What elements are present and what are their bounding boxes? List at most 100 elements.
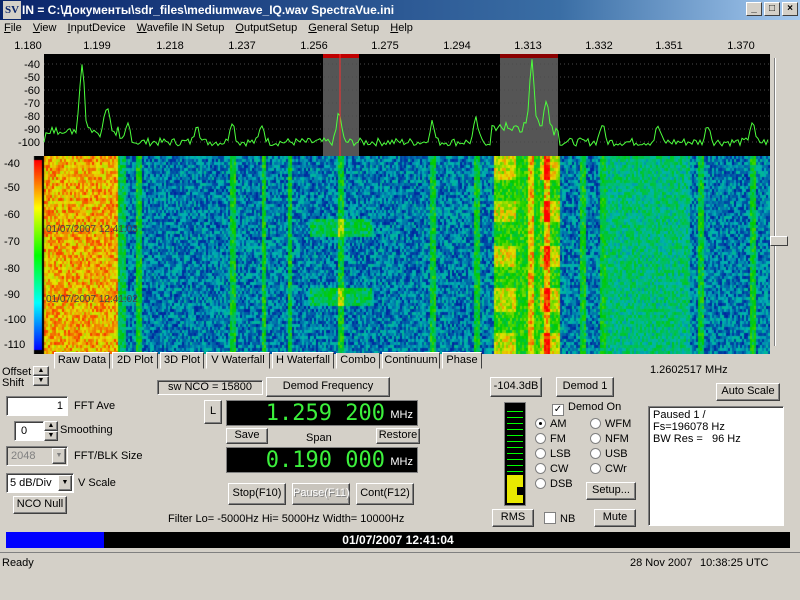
mode-usb[interactable]: USB xyxy=(590,448,628,460)
pause-button[interactable]: Pause(F11) xyxy=(292,483,350,505)
radio-icon xyxy=(590,433,601,444)
span-display[interactable]: 0.190 000 MHz xyxy=(226,447,418,473)
wf-db-tick: -90 xyxy=(4,289,20,301)
span-label: Span xyxy=(306,432,332,444)
db-tick: -40 xyxy=(24,59,40,71)
auto-scale-button[interactable]: Auto Scale xyxy=(716,383,780,401)
radio-icon xyxy=(535,478,546,489)
spectrum-plot[interactable]: -40 -50 -60 -70 -80 -90 -100 xyxy=(0,54,770,156)
menu-bar: File View InputDevice Wavefile IN Setup … xyxy=(0,20,800,38)
mode-lsb[interactable]: LSB xyxy=(535,448,571,460)
status-time: 10:38:25 UTC xyxy=(700,557,769,569)
tab-phase[interactable]: Phase xyxy=(442,352,482,369)
demod-on-checkbox[interactable]: ✓ Demod On xyxy=(552,401,621,416)
db-tick: -50 xyxy=(24,72,40,84)
waterfall-canvas[interactable] xyxy=(0,156,770,354)
demod-filter-marker xyxy=(323,54,359,58)
minimize-button[interactable]: _ xyxy=(746,2,762,16)
playback-progress-bar[interactable]: 01/07/2007 12:41:04 xyxy=(6,532,790,548)
menu-view[interactable]: View xyxy=(29,20,61,34)
mode-cw[interactable]: CW xyxy=(535,463,568,475)
wf-db-tick: -110 xyxy=(4,339,26,351)
status-text: Ready xyxy=(2,557,34,569)
vscale-dropdown-icon[interactable]: ▼ xyxy=(58,475,72,491)
waterfall-display[interactable]: -40 -50 -60 -70 -80 -90 -100 -110 01/07/… xyxy=(0,156,770,354)
mute-button[interactable]: Mute xyxy=(594,509,636,527)
freq-tick: 1.275 xyxy=(371,40,399,52)
menu-wavefile-setup[interactable]: Wavefile IN Setup xyxy=(133,20,229,34)
menu-help[interactable]: Help xyxy=(386,20,417,34)
freq-tick: 1.180 xyxy=(14,40,42,52)
slider-track xyxy=(774,58,776,346)
tab-2d-plot[interactable]: 2D Plot xyxy=(112,352,158,369)
freq-tick: 1.294 xyxy=(443,40,471,52)
tab-h-waterfall[interactable]: H Waterfall xyxy=(272,352,334,369)
mode-dsb[interactable]: DSB xyxy=(535,478,573,490)
radio-icon xyxy=(590,418,601,429)
wf-db-tick: -50 xyxy=(4,182,20,194)
menu-input-device[interactable]: InputDevice xyxy=(64,20,130,34)
wf-db-tick: -80 xyxy=(4,263,20,275)
demod-frequency-button[interactable]: Demod Frequency xyxy=(266,377,390,397)
close-button[interactable]: × xyxy=(782,2,798,16)
fft-ave-label: FFT Ave xyxy=(74,400,116,412)
smoothing-up-button[interactable]: ▲ xyxy=(44,421,58,431)
frequency-scale: 1.180 1.199 1.218 1.237 1.256 1.275 1.29… xyxy=(0,38,770,54)
setup-button[interactable]: Setup... xyxy=(586,482,636,500)
offset-up-button[interactable]: ▲ xyxy=(33,366,49,376)
restore-button[interactable]: Restore xyxy=(376,428,420,444)
menu-output-setup[interactable]: OutputSetup xyxy=(231,20,301,34)
tab-v-waterfall[interactable]: V Waterfall xyxy=(206,352,270,369)
tab-combo[interactable]: Combo xyxy=(336,353,380,369)
nb-checkbox[interactable]: NB xyxy=(544,512,575,525)
db-tick: -90 xyxy=(24,124,40,136)
demod-button[interactable]: Demod 1 xyxy=(556,377,614,397)
status-date: 28 Nov 2007 xyxy=(630,557,693,569)
title-bar: SV IN = C:\Документы\sdr_files\mediumwav… xyxy=(0,0,800,20)
mode-cwr[interactable]: CWr xyxy=(590,463,627,475)
tab-raw-data[interactable]: Raw Data xyxy=(54,352,110,369)
level-readout: -104.3dB xyxy=(490,377,542,397)
db-tick: -70 xyxy=(24,98,40,110)
mode-fm[interactable]: FM xyxy=(535,433,566,445)
shift-label: Shift xyxy=(2,377,25,389)
nco-null-button[interactable]: NCO Null xyxy=(13,496,67,514)
wf-timestamp: 01/07/2007 12:41:02 xyxy=(46,294,138,305)
maximize-button[interactable]: □ xyxy=(764,2,780,16)
wf-db-tick: -70 xyxy=(4,236,20,248)
stop-button[interactable]: Stop(F10) xyxy=(228,483,286,505)
secondary-band xyxy=(500,54,558,156)
tab-continuum[interactable]: Continuum xyxy=(382,352,440,369)
mode-nfm[interactable]: NFM xyxy=(590,433,629,445)
l-button[interactable]: L xyxy=(204,400,222,424)
cont-button[interactable]: Cont(F12) xyxy=(356,483,414,505)
slider-thumb[interactable] xyxy=(770,236,788,246)
fft-blk-dropdown-icon[interactable]: ▼ xyxy=(52,448,66,464)
freq-tick: 1.256 xyxy=(300,40,328,52)
smoothing-down-button[interactable]: ▼ xyxy=(44,431,58,441)
vscale-label: V Scale xyxy=(78,477,116,489)
freq-tick: 1.237 xyxy=(228,40,256,52)
save-button[interactable]: Save xyxy=(226,428,268,444)
radio-icon xyxy=(535,463,546,474)
rms-button[interactable]: RMS xyxy=(492,509,534,527)
menu-file[interactable]: File xyxy=(0,20,26,34)
db-tick: -80 xyxy=(24,111,40,123)
right-slider-panel xyxy=(770,54,800,354)
radio-selected-icon xyxy=(535,418,546,429)
freq-tick: 1.370 xyxy=(727,40,755,52)
playback-timestamp: 01/07/2007 12:41:04 xyxy=(342,533,454,547)
mode-wfm[interactable]: WFM xyxy=(590,418,631,430)
fft-ave-input[interactable]: 1 xyxy=(6,396,68,416)
mode-am[interactable]: AM xyxy=(535,418,567,430)
offset-down-button[interactable]: ▼ xyxy=(33,376,49,386)
filter-readout: Filter Lo= -5000Hz Hi= 5000Hz Width= 100… xyxy=(168,513,405,525)
tab-3d-plot[interactable]: 3D Plot xyxy=(160,352,204,369)
sw-nco-readout: sw NCO = 15800 xyxy=(157,380,263,395)
window-title: IN = C:\Документы\sdr_files\mediumwave_I… xyxy=(22,3,395,17)
menu-general-setup[interactable]: General Setup xyxy=(304,20,383,34)
frequency-display[interactable]: 1.259 200 MHz xyxy=(226,400,418,426)
db-tick: -100 xyxy=(18,137,40,149)
freq-tick: 1.351 xyxy=(655,40,683,52)
smoothing-input[interactable]: 0 xyxy=(14,421,44,441)
